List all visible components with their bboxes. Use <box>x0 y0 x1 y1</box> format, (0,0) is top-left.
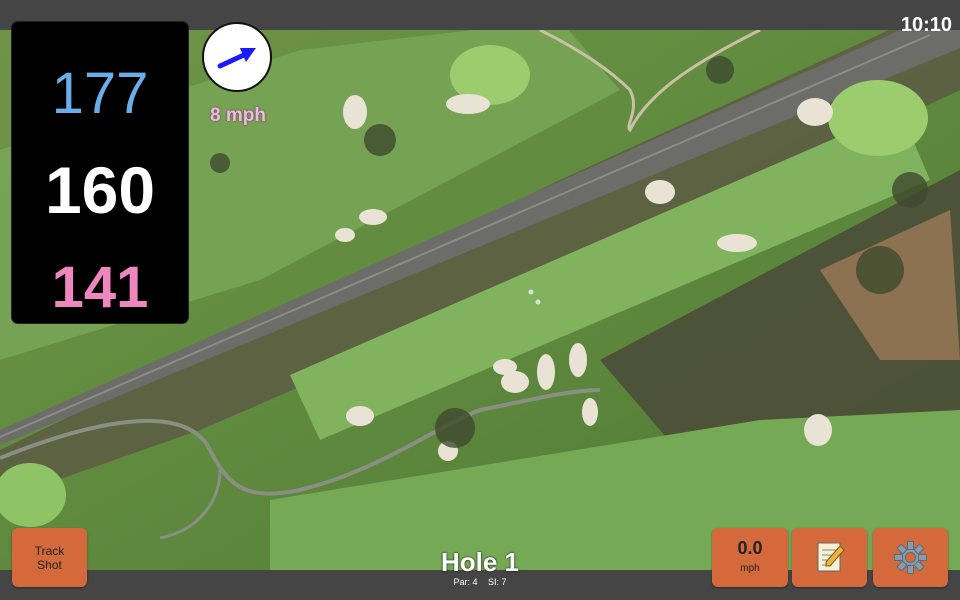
hole-title: Hole 1 <box>440 547 520 577</box>
track-shot-label-line2: Shot <box>37 558 62 572</box>
hole-info: Par: 4 SI: 7 <box>380 577 580 587</box>
track-shot-button[interactable]: Track Shot <box>12 528 87 587</box>
hole-par: Par: 4 <box>453 577 478 587</box>
wind-arrow-icon <box>217 48 256 69</box>
speed-value: 0.0 <box>737 538 763 558</box>
status-time: 10:10 <box>900 14 952 36</box>
notes-button[interactable] <box>792 528 867 587</box>
gear-icon <box>894 541 927 574</box>
front-yardage: 141 <box>51 255 149 320</box>
settings-button[interactable] <box>873 528 948 587</box>
yardage-panel: 177 160 141 <box>12 22 188 323</box>
hole-stroke-index: SI: 7 <box>488 577 507 587</box>
wind-speed-label: 8 mph <box>210 105 266 126</box>
wind-indicator <box>202 22 272 92</box>
track-shot-label-line1: Track <box>34 544 65 558</box>
speed-button[interactable]: 0.0 mph <box>712 528 788 587</box>
back-yardage: 177 <box>51 61 149 126</box>
notepad-icon <box>817 542 845 572</box>
speed-unit: mph <box>740 563 760 574</box>
middle-yardage: 160 <box>44 153 156 227</box>
